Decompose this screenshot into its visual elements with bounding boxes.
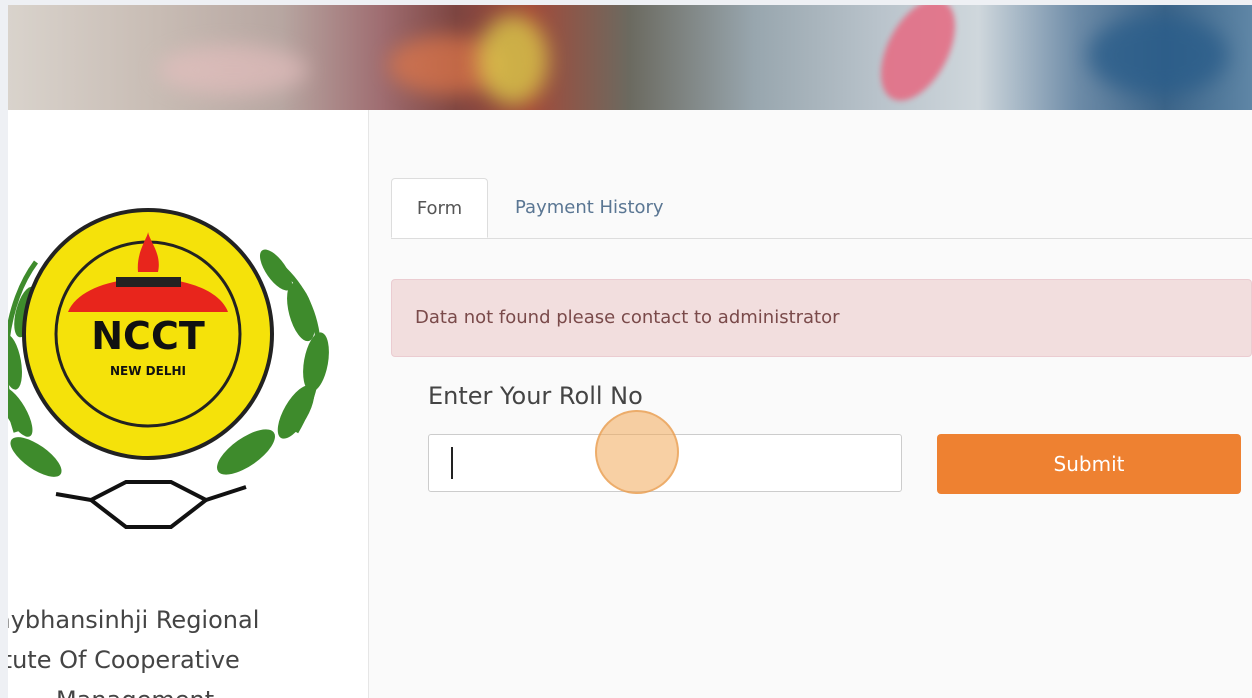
institute-name-line-2: itute Of Cooperative [8,646,240,674]
text-caret [451,447,453,479]
logo-city: NEW DELHI [110,364,186,378]
header-banner [8,5,1252,110]
ncct-logo: NCCT NEW DELHI [8,182,336,566]
main-panel: Form Payment History Data not found plea… [369,110,1252,698]
roll-no-label: Enter Your Roll No [428,382,643,410]
error-alert: Data not found please contact to adminis… [391,279,1252,357]
logo-abbr: NCCT [91,314,205,358]
tab-form[interactable]: Form [391,178,488,238]
tab-bar: Form Payment History [391,172,1252,239]
institute-name-line-3: Management [8,680,356,698]
institute-sidebar: NCCT NEW DELHI aybhansinhji Regional itu… [8,110,369,698]
submit-button[interactable]: Submit [937,434,1241,494]
institute-name-line-1: aybhansinhji Regional [8,606,260,634]
page-frame: NCCT NEW DELHI aybhansinhji Regional itu… [8,5,1252,698]
tab-payment-history[interactable]: Payment History [515,178,664,238]
institute-name: aybhansinhji Regional itute Of Cooperati… [8,600,356,698]
click-indicator [595,410,679,494]
